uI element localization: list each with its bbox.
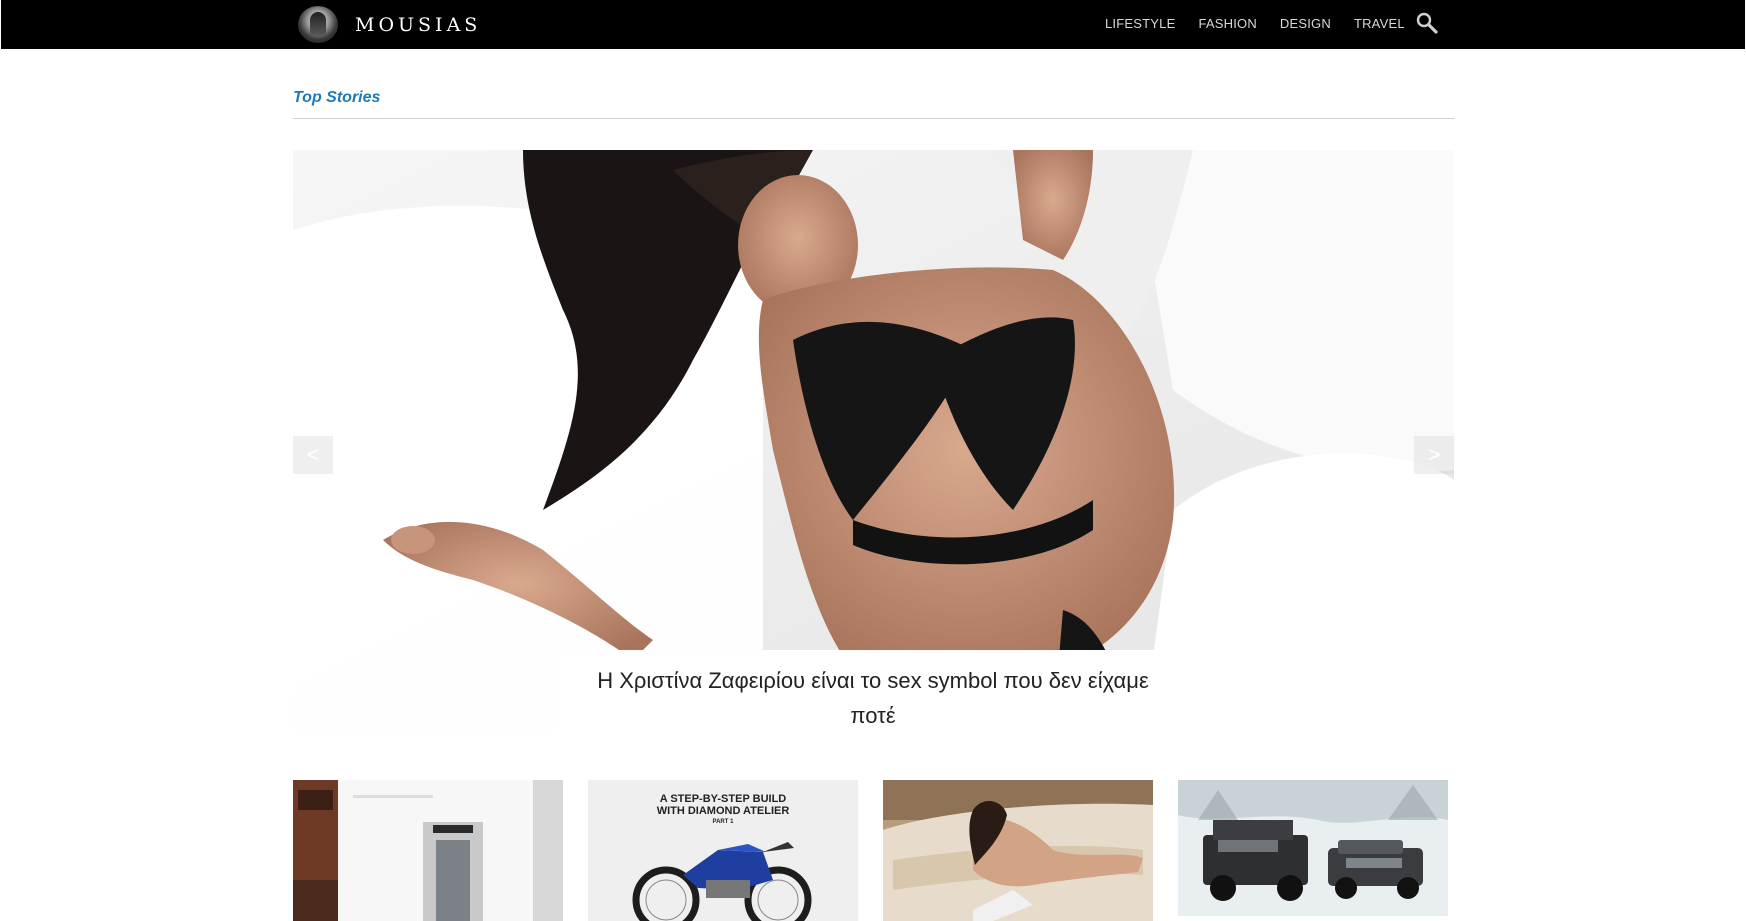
slider-next-button[interactable]: > <box>1414 436 1454 474</box>
white-building-photo <box>293 780 563 921</box>
slider-prev-button[interactable]: < <box>293 436 333 474</box>
main-nav: LIFESTYLE FASHION DESIGN TRAVEL <box>1105 16 1405 31</box>
nav-item-fashion[interactable]: FASHION <box>1198 16 1256 31</box>
story-card-building[interactable] <box>293 780 563 921</box>
story-card-motorcycle[interactable]: A STEP-BY-STEP BUILD WITH DIAMOND ATELIE… <box>588 780 858 921</box>
section-divider <box>293 118 1454 119</box>
section-title: Top Stories <box>293 89 381 106</box>
thumb-motorcycle-subtitle: PART 1 <box>712 819 734 825</box>
nav-item-design[interactable]: DESIGN <box>1280 16 1331 31</box>
page: MOUSIAS LIFESTYLE FASHION DESIGN TRAVEL … <box>0 0 1746 921</box>
search-icon[interactable] <box>1415 11 1439 35</box>
nav-item-travel[interactable]: TRAVEL <box>1354 16 1405 31</box>
brand-name: MOUSIAS <box>355 13 482 36</box>
story-card-sofa[interactable] <box>883 780 1153 921</box>
hero-image <box>293 150 1454 730</box>
top-navbar: MOUSIAS LIFESTYLE FASHION DESIGN TRAVEL <box>1 0 1745 49</box>
hero-slider[interactable]: < > Η Χριστίνα Ζαφειρίου είναι το sex sy… <box>293 150 1454 730</box>
helmet-logo-icon <box>298 6 338 43</box>
offroad-vehicles-snow-photo <box>1178 780 1448 921</box>
woman-on-sofa-photo <box>883 780 1153 921</box>
nav-item-lifestyle[interactable]: LIFESTYLE <box>1105 16 1175 31</box>
story-card-vehicles[interactable] <box>1178 780 1448 921</box>
story-thumbnails: A STEP-BY-STEP BUILD WITH DIAMOND ATELIE… <box>293 780 1454 921</box>
hero-caption-link[interactable]: Η Χριστίνα Ζαφειρίου είναι το sex symbol… <box>554 650 1192 730</box>
site-logo[interactable]: MOUSIAS <box>298 6 481 43</box>
thumb-motorcycle-title: A STEP-BY-STEP BUILD WITH DIAMOND ATELIE… <box>656 793 790 817</box>
